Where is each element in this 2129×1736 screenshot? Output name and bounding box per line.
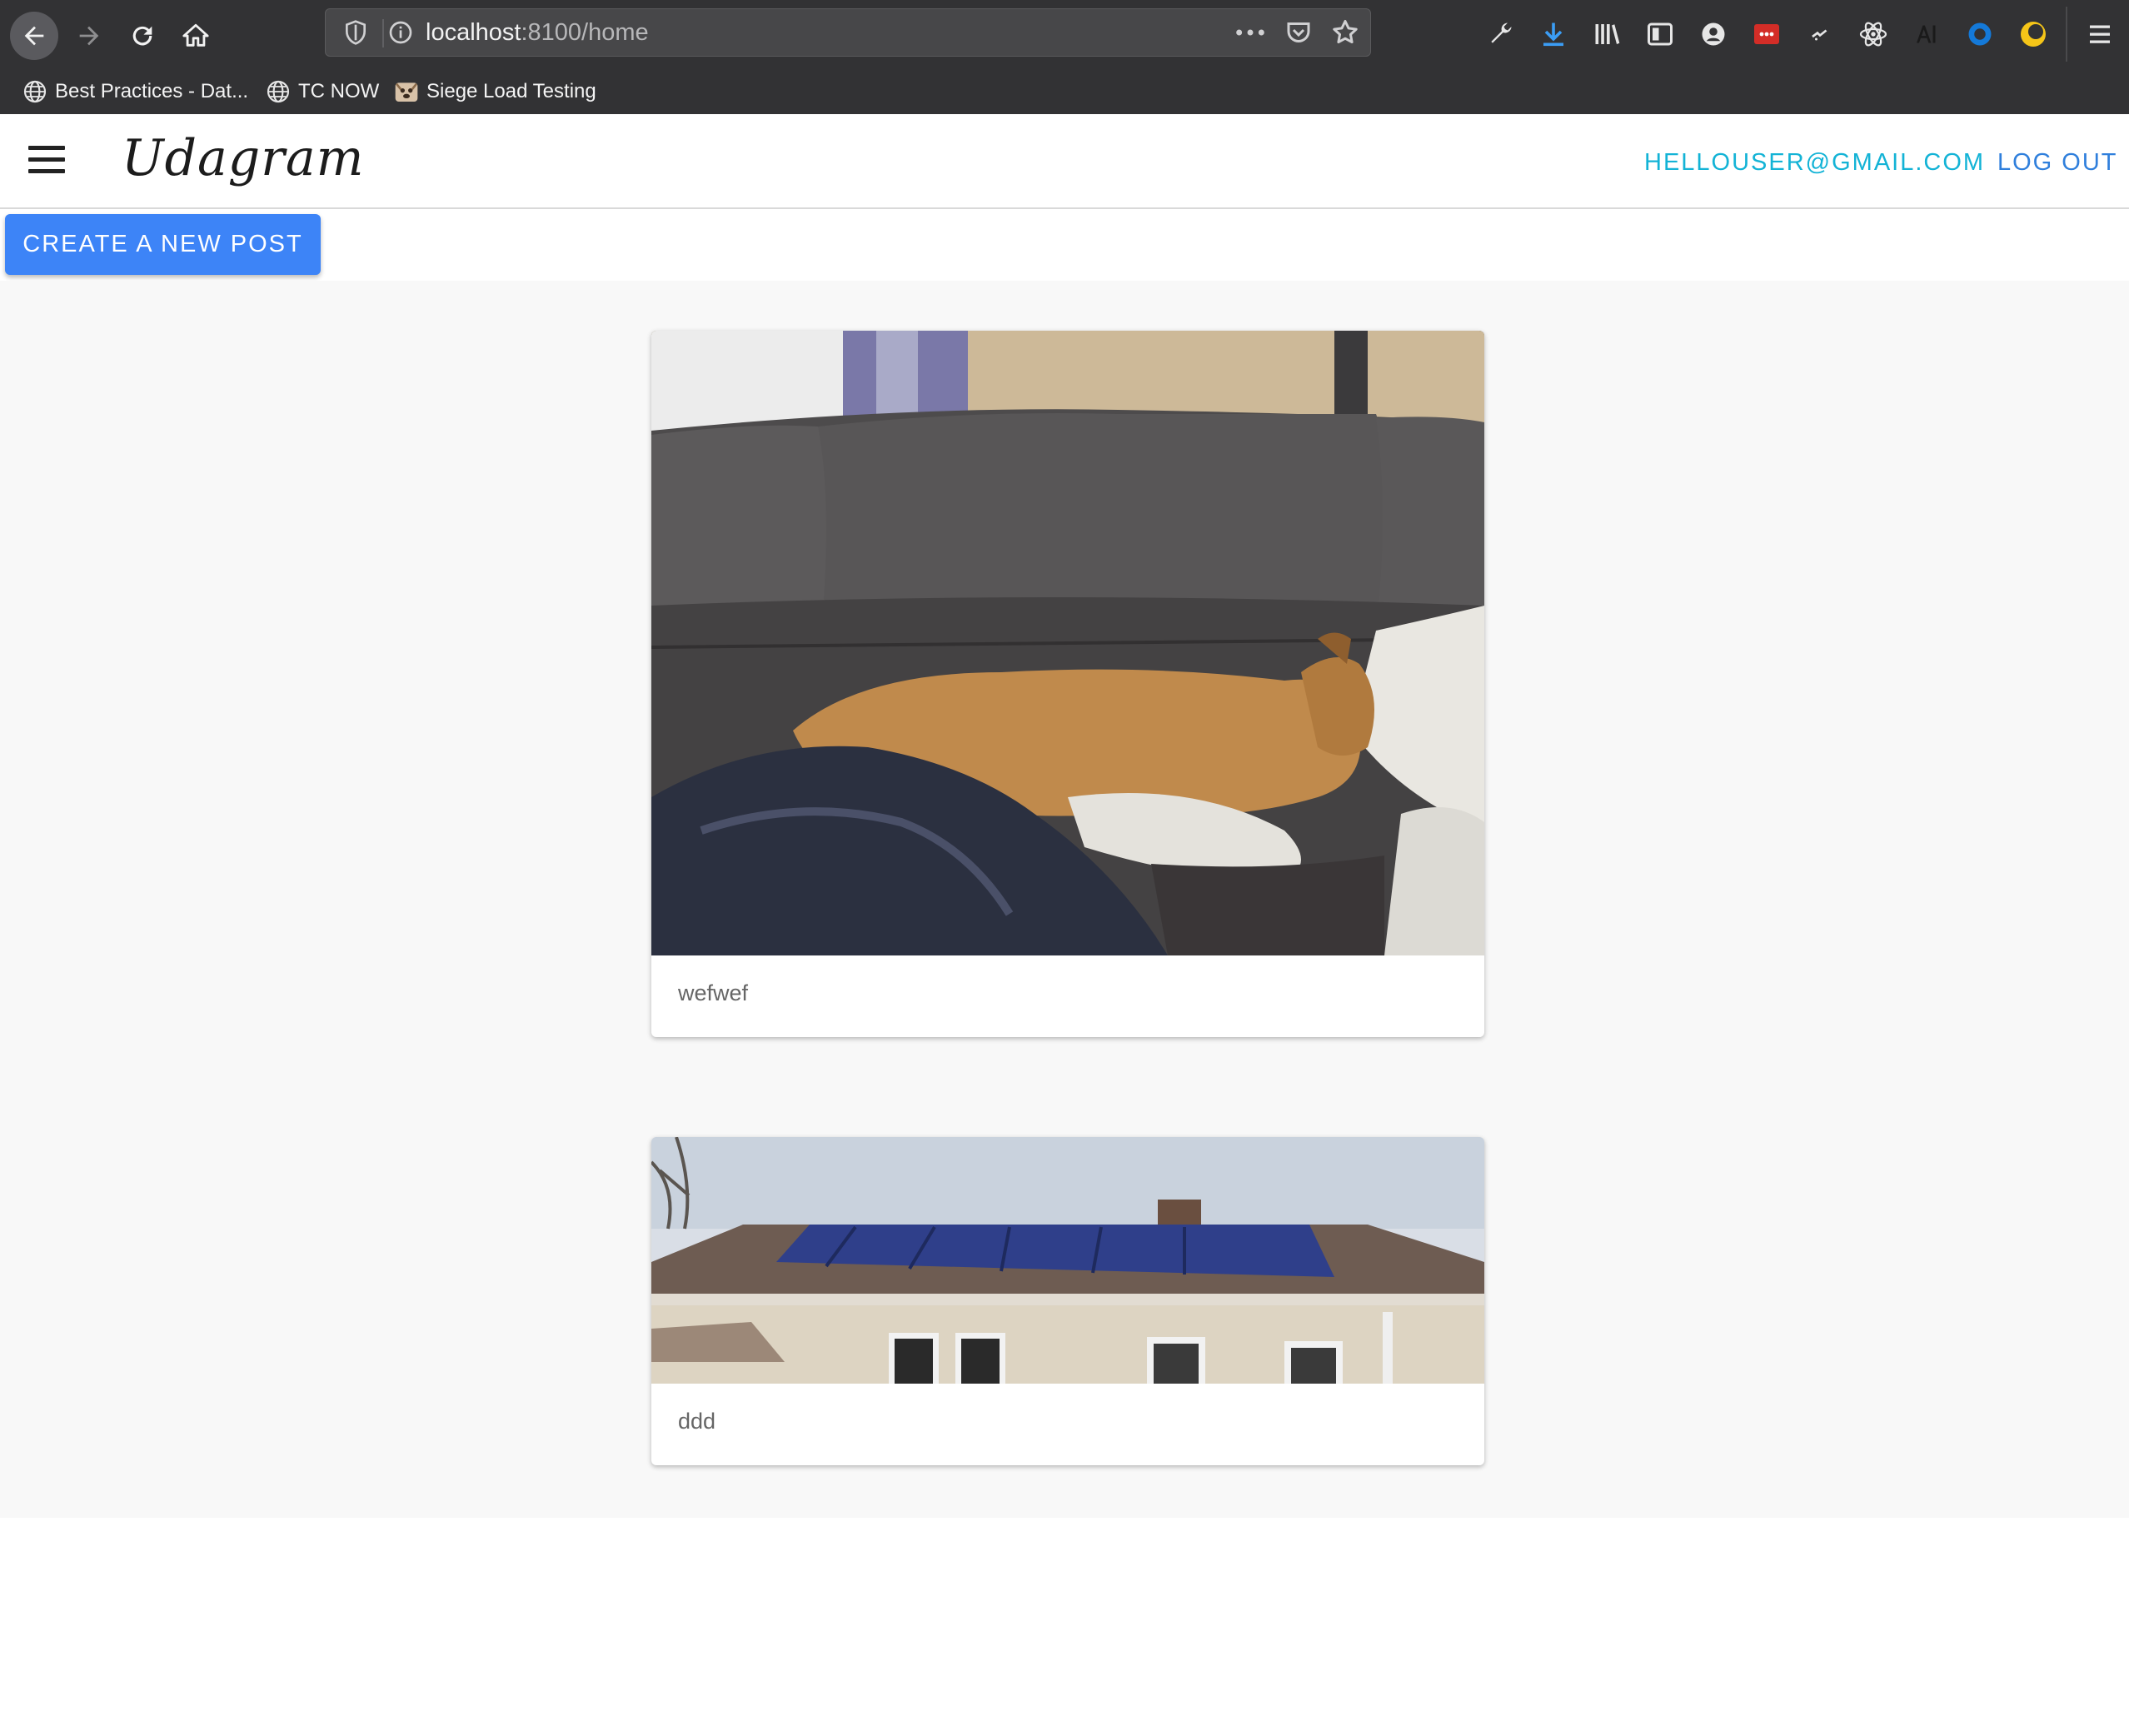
app-header: Udagram HELLOUSER@GMAIL.COM LOG OUT bbox=[0, 114, 2129, 209]
user-email-link[interactable]: HELLOUSER@GMAIL.COM bbox=[1644, 149, 1985, 177]
arrow-right-icon bbox=[79, 26, 99, 46]
menu-line bbox=[28, 169, 65, 173]
browser-toolbar: localhost:8100/home bbox=[0, 0, 2129, 67]
toolbar-divider bbox=[2066, 7, 2067, 62]
account-icon[interactable] bbox=[1698, 18, 1729, 50]
extension-icon[interactable] bbox=[1804, 18, 1836, 50]
create-post-button[interactable]: CREATE A NEW POST bbox=[5, 214, 321, 275]
post-caption: wefwef bbox=[678, 980, 749, 1005]
menu-button[interactable] bbox=[28, 146, 65, 176]
bookmark-label: Siege Load Testing bbox=[426, 80, 596, 102]
menu-line bbox=[28, 157, 65, 162]
app-logo: Udagram bbox=[122, 129, 365, 187]
post-card: ddd bbox=[651, 1137, 1484, 1465]
dog-favicon-icon bbox=[395, 82, 418, 102]
url-host: localhost bbox=[426, 19, 521, 46]
globe-icon bbox=[23, 80, 47, 103]
url-bar[interactable]: localhost:8100/home bbox=[325, 8, 1371, 57]
library-icon[interactable] bbox=[1591, 18, 1623, 50]
menu-line bbox=[28, 146, 65, 150]
tracking-shield-icon[interactable] bbox=[342, 19, 369, 46]
post-card: wefwef bbox=[651, 331, 1484, 1037]
bookmark-star-icon[interactable] bbox=[1330, 17, 1360, 47]
reload-button[interactable] bbox=[118, 12, 167, 60]
feed: wefwef ddd bbox=[0, 281, 2129, 1518]
ai-icon[interactable] bbox=[1911, 18, 1942, 50]
pocket-icon[interactable] bbox=[1284, 17, 1314, 47]
bookmark-item[interactable]: TC NOW bbox=[265, 77, 379, 107]
logout-button[interactable]: LOG OUT bbox=[1997, 149, 2118, 177]
forward-button[interactable] bbox=[65, 12, 113, 60]
browser-chrome: localhost:8100/home Best Practices - Dat… bbox=[0, 0, 2129, 114]
url-path: :8100/home bbox=[521, 19, 649, 46]
bookmark-item[interactable]: Best Practices - Dat... bbox=[22, 77, 248, 107]
post-image[interactable] bbox=[651, 1137, 1484, 1384]
back-button[interactable] bbox=[10, 12, 58, 60]
bookmarks-bar: Best Practices - Dat... TC NOW Siege Loa… bbox=[0, 70, 2129, 112]
react-devtools-icon[interactable] bbox=[1857, 18, 1889, 50]
circle-extension-icon[interactable] bbox=[1964, 18, 1996, 50]
url-separator bbox=[382, 19, 384, 47]
post-image[interactable] bbox=[651, 331, 1484, 955]
post-caption: ddd bbox=[678, 1409, 716, 1434]
moon-extension-icon[interactable] bbox=[2017, 18, 2049, 50]
sidebar-icon[interactable] bbox=[1644, 18, 1676, 50]
home-button[interactable] bbox=[172, 12, 220, 60]
info-icon[interactable] bbox=[387, 19, 414, 46]
page-actions-icon[interactable] bbox=[1234, 19, 1267, 46]
url-text[interactable]: localhost:8100/home bbox=[426, 19, 649, 47]
arrow-left-icon bbox=[24, 26, 44, 46]
download-icon[interactable] bbox=[1538, 18, 1569, 50]
reload-icon bbox=[132, 26, 152, 46]
hamburger-menu-icon[interactable] bbox=[2084, 18, 2116, 50]
lastpass-icon[interactable] bbox=[1751, 18, 1782, 50]
bookmark-label: TC NOW bbox=[298, 80, 380, 102]
bookmark-item[interactable]: Siege Load Testing bbox=[393, 77, 596, 107]
bookmark-label: Best Practices - Dat... bbox=[55, 80, 249, 102]
wrench-icon[interactable] bbox=[1484, 18, 1516, 50]
globe-icon bbox=[267, 80, 290, 103]
home-icon bbox=[182, 23, 209, 47]
